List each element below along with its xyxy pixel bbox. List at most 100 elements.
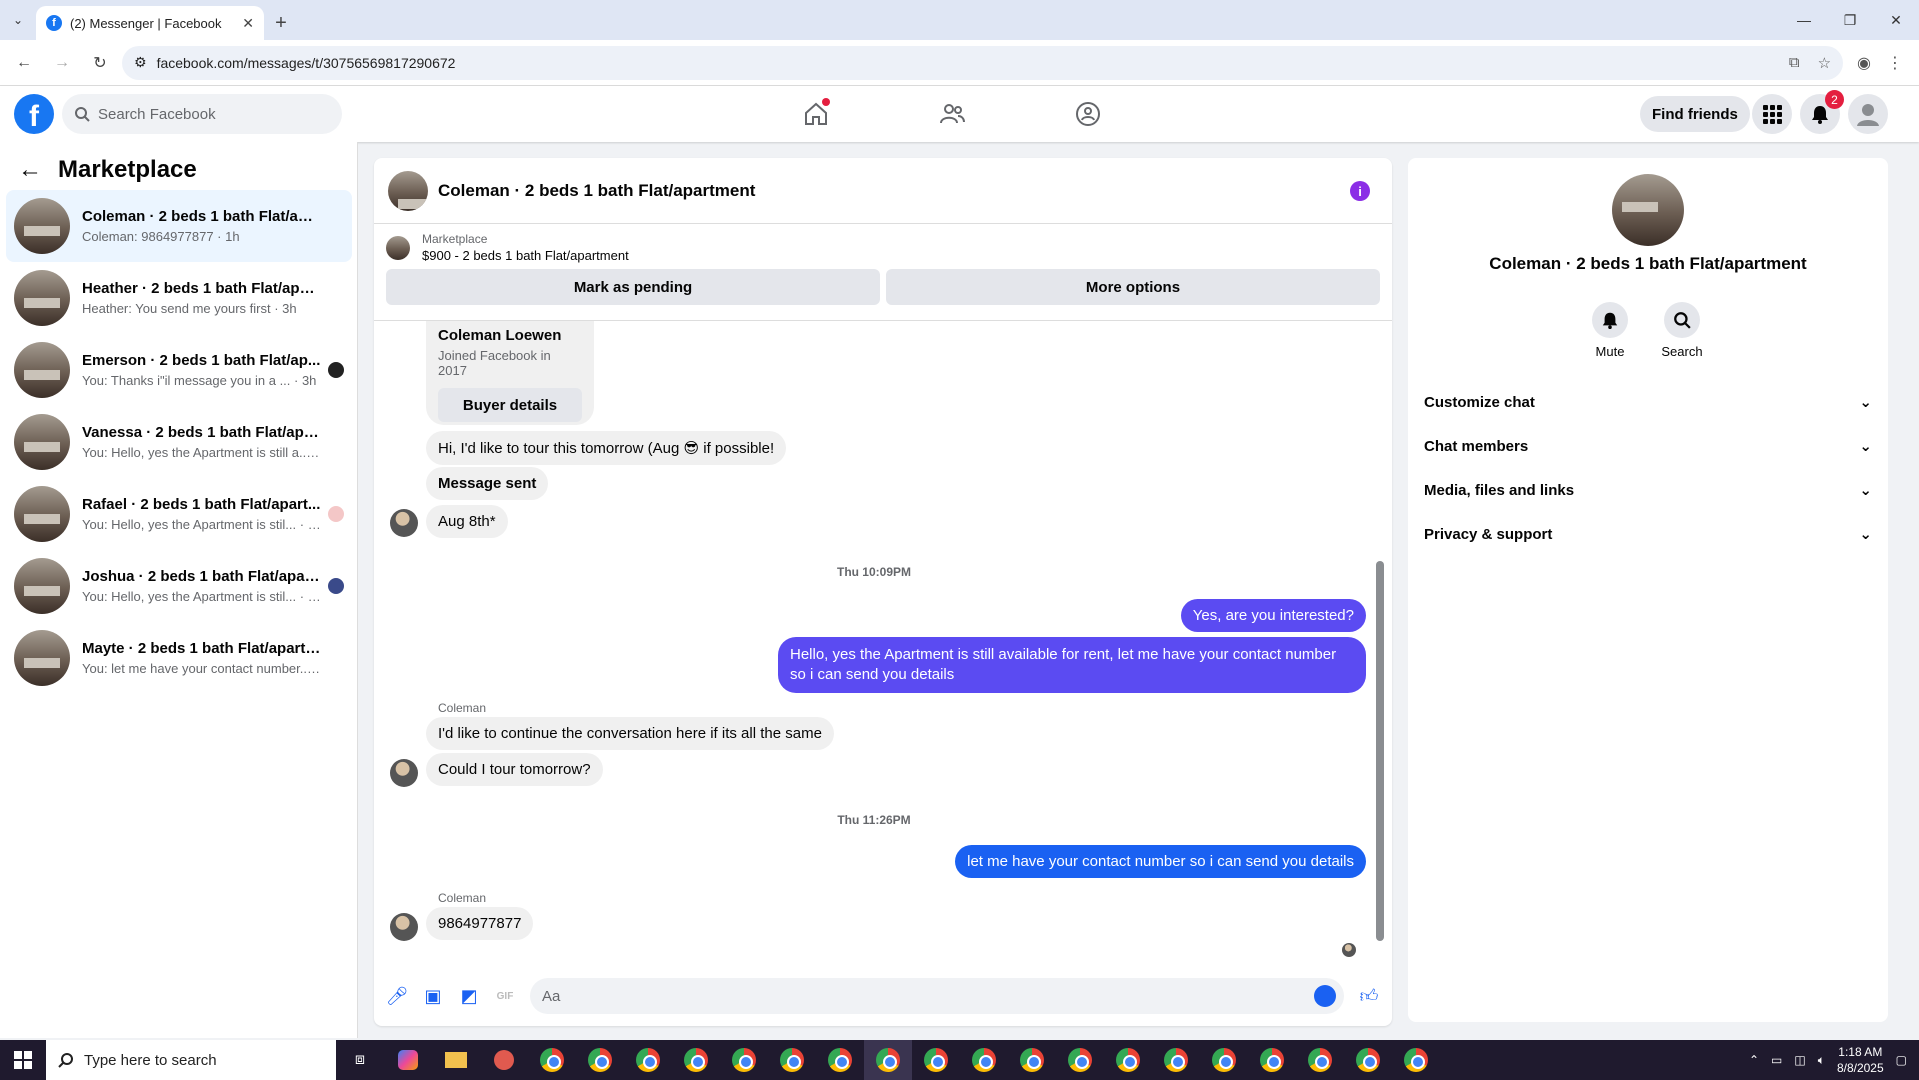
message-thread[interactable]: Coleman Loewen Joined Facebook in 2017 B… (374, 320, 1392, 960)
privacy-support-section[interactable]: Privacy & support ⌄ (1424, 512, 1872, 556)
task-view-icon[interactable]: ⧈ (336, 1040, 384, 1080)
copilot-icon[interactable] (384, 1040, 432, 1080)
taskbar-search-input[interactable]: Type here to search (46, 1040, 336, 1080)
photo-icon[interactable]: ▣ (422, 985, 444, 1007)
facebook-logo-icon[interactable]: f (14, 94, 54, 134)
app-icon[interactable] (480, 1040, 528, 1080)
find-friends-button[interactable]: Find friends (1640, 96, 1750, 132)
tray-chevron-icon[interactable]: ⌃ (1749, 1053, 1759, 1067)
groups-nav-button[interactable] (1066, 92, 1110, 136)
chrome-icon[interactable] (1296, 1040, 1344, 1080)
conversation-item-emerson[interactable]: Emerson · 2 beds 1 bath Flat/ap... You: … (6, 334, 352, 406)
chrome-icon[interactable] (1056, 1040, 1104, 1080)
message-bubble-outgoing[interactable]: Yes, are you interested? (1180, 599, 1366, 632)
message-bubble[interactable]: I'd like to continue the conversation he… (426, 717, 834, 750)
conversation-item-rafael[interactable]: Rafael · 2 beds 1 bath Flat/apart... You… (6, 478, 352, 550)
sender-avatar[interactable] (390, 759, 418, 787)
menu-button[interactable] (1752, 94, 1792, 134)
message-bubble[interactable]: Hi, I'd like to tour this tomorrow (Aug … (426, 431, 787, 465)
close-tab-icon[interactable]: ✕ (242, 15, 254, 32)
notifications-button[interactable]: 2 (1800, 90, 1844, 134)
browser-tab[interactable]: f (2) Messenger | Facebook ✕ (36, 6, 264, 40)
chat-members-section[interactable]: Chat members ⌄ (1424, 424, 1872, 468)
mute-button[interactable]: Mute (1580, 302, 1640, 359)
listing-price[interactable]: $900 - 2 beds 1 bath Flat/apartment (422, 248, 629, 263)
details-avatar[interactable] (1612, 174, 1684, 246)
new-tab-button[interactable]: + (264, 6, 298, 40)
volume-icon[interactable]: 🔈︎ (1818, 1053, 1825, 1068)
listing-thumbnail[interactable] (386, 235, 410, 260)
chrome-icon[interactable] (1152, 1040, 1200, 1080)
message-bubble[interactable]: Aug 8th* (426, 505, 508, 538)
reload-button[interactable]: ↻ (84, 47, 116, 79)
gif-icon[interactable]: GIF (494, 985, 516, 1007)
file-explorer-icon[interactable] (432, 1040, 480, 1080)
tab-search-button[interactable]: ⌄ (0, 0, 36, 40)
message-bubble-outgoing[interactable]: Hello, yes the Apartment is still availa… (778, 637, 1366, 693)
url-field[interactable]: ⚙ facebook.com/messages/t/30756569817290… (122, 45, 1844, 80)
scrollbar[interactable] (1376, 561, 1384, 941)
bookmark-star-icon[interactable]: ☆ (1818, 54, 1831, 72)
chat-title[interactable]: Coleman · 2 beds 1 bath Flat/apartment (438, 181, 755, 201)
minimize-button[interactable]: — (1781, 0, 1827, 40)
message-bubble[interactable]: Message sent (426, 467, 549, 500)
message-bubble[interactable]: 9864977877 (426, 907, 534, 940)
media-files-links-section[interactable]: Media, files and links ⌄ (1424, 468, 1872, 512)
conversation-item-heather[interactable]: Heather · 2 beds 1 bath Flat/apart... He… (6, 262, 352, 334)
forward-button[interactable]: → (46, 47, 78, 79)
sender-avatar[interactable] (390, 913, 418, 941)
chrome-icon[interactable] (624, 1040, 672, 1080)
sticker-icon[interactable]: ◩ (458, 985, 480, 1007)
conversation-item-mayte[interactable]: Mayte · 2 beds 1 bath Flat/apartm... You… (6, 622, 352, 694)
buyer-details-button[interactable]: Buyer details (438, 388, 582, 422)
chrome-icon[interactable] (1200, 1040, 1248, 1080)
profile-icon[interactable]: ◉ (1857, 53, 1871, 73)
chrome-icon[interactable] (1104, 1040, 1152, 1080)
chrome-icon[interactable] (576, 1040, 624, 1080)
chrome-icon[interactable] (912, 1040, 960, 1080)
account-avatar[interactable] (1848, 94, 1888, 134)
more-options-button[interactable]: More options (886, 269, 1380, 305)
chrome-icon[interactable] (1008, 1040, 1056, 1080)
info-icon[interactable]: i (1350, 181, 1370, 201)
message-bubble-outgoing[interactable]: let me have your contact number so i can… (955, 845, 1366, 878)
friends-nav-button[interactable] (930, 92, 974, 136)
search-conversation-button[interactable]: Search (1652, 302, 1712, 359)
network-icon[interactable]: ◫ (1794, 1053, 1805, 1067)
chrome-icon[interactable] (1248, 1040, 1296, 1080)
notification-center-icon[interactable]: ▢ (1896, 1053, 1907, 1067)
back-button[interactable]: ← (8, 47, 40, 79)
chrome-icon[interactable] (960, 1040, 1008, 1080)
facebook-search-input[interactable]: Search Facebook (62, 94, 342, 134)
thumbs-up-icon[interactable]: 👍︎ (1358, 985, 1380, 1007)
customize-chat-section[interactable]: Customize chat ⌄ (1424, 380, 1872, 424)
back-arrow-icon[interactable]: ← (18, 156, 42, 184)
home-nav-button[interactable] (794, 92, 838, 136)
chrome-icon[interactable] (672, 1040, 720, 1080)
chrome-icon[interactable] (1344, 1040, 1392, 1080)
message-input[interactable]: Aa (530, 978, 1344, 1014)
install-app-icon[interactable]: ⧉ (1789, 54, 1800, 72)
message-bubble[interactable]: Could I tour tomorrow? (426, 753, 603, 786)
restore-button[interactable]: ❐ (1827, 0, 1873, 40)
chat-avatar[interactable] (388, 170, 428, 211)
chrome-icon[interactable] (768, 1040, 816, 1080)
conversation-item-vanessa[interactable]: Vanessa · 2 beds 1 bath Flat/apart... Yo… (6, 406, 352, 478)
chrome-icon[interactable] (720, 1040, 768, 1080)
close-window-button[interactable]: ✕ (1873, 0, 1919, 40)
browser-menu-icon[interactable]: ⋮ (1887, 53, 1903, 73)
chrome-icon[interactable] (864, 1040, 912, 1080)
device-icon[interactable]: ▭ (1771, 1053, 1782, 1067)
mark-as-pending-button[interactable]: Mark as pending (386, 269, 880, 305)
sender-avatar[interactable] (390, 509, 418, 537)
conversation-item-joshua[interactable]: Joshua · 2 beds 1 bath Flat/apart... You… (6, 550, 352, 622)
site-info-icon[interactable]: ⚙ (134, 54, 147, 71)
chrome-icon[interactable] (816, 1040, 864, 1080)
conversation-item-coleman[interactable]: Coleman · 2 beds 1 bath Flat/apart... Co… (6, 190, 352, 262)
chrome-icon[interactable] (1392, 1040, 1440, 1080)
microphone-icon[interactable]: 🎤︎ (386, 985, 409, 1007)
start-button[interactable] (0, 1040, 46, 1080)
chrome-icon[interactable] (528, 1040, 576, 1080)
clock[interactable]: 1:18 AM 8/8/2025 (1837, 1044, 1884, 1076)
emoji-icon[interactable] (1314, 985, 1336, 1007)
